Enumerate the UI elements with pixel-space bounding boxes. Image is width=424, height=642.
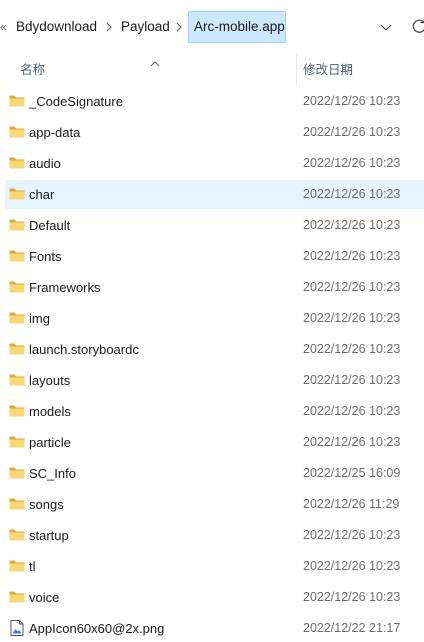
file-name: songs (29, 497, 64, 512)
file-name: particle (29, 435, 71, 450)
file-name: startup (29, 528, 69, 543)
file-row-folder[interactable]: songs 2022/12/26 11:29 (0, 489, 424, 520)
folder-icon (9, 373, 25, 387)
file-date-modified: 2022/12/26 11:29 (303, 497, 400, 511)
file-row-folder[interactable]: img 2022/12/26 10:23 (0, 303, 424, 334)
file-row-folder[interactable]: char 2022/12/26 10:23 (0, 179, 424, 210)
file-row-folder[interactable]: Frameworks 2022/12/26 10:23 (0, 272, 424, 303)
file-date-modified: 2022/12/26 10:23 (303, 528, 401, 542)
file-row-image[interactable]: AppIcon60x60@2x.png 2022/12/22 21:17 (0, 613, 424, 642)
breadcrumb-item-payload[interactable]: Payload (121, 16, 170, 38)
file-row-folder[interactable]: audio 2022/12/26 10:23 (0, 148, 424, 179)
file-row-folder[interactable]: models 2022/12/26 10:23 (0, 396, 424, 427)
file-name: Default (29, 218, 71, 233)
file-name: Frameworks (29, 280, 101, 295)
chevron-right-icon[interactable] (106, 16, 114, 38)
column-divider[interactable] (296, 54, 297, 86)
image-file-icon (10, 620, 26, 636)
file-date-modified: 2022/12/26 10:23 (303, 342, 401, 356)
file-date-modified: 2022/12/26 10:23 (303, 187, 401, 201)
folder-icon (9, 156, 25, 170)
folder-icon (9, 497, 25, 511)
file-row-folder[interactable]: app-data 2022/12/26 10:23 (0, 117, 424, 148)
file-name: layouts (29, 373, 71, 388)
file-row-folder[interactable]: SC_Info 2022/12/25 16:09 (0, 458, 424, 489)
file-name: _CodeSignature (29, 94, 123, 109)
file-row-folder[interactable]: layouts 2022/12/26 10:23 (0, 365, 424, 396)
folder-icon (9, 590, 25, 604)
file-date-modified: 2022/12/26 10:23 (303, 94, 401, 108)
column-header: 名称 修改日期 (0, 54, 424, 86)
file-name: app-data (29, 125, 81, 140)
file-row-folder[interactable]: launch.storyboardc 2022/12/26 10:23 (0, 334, 424, 365)
file-date-modified: 2022/12/26 10:23 (303, 373, 401, 387)
file-date-modified: 2022/12/26 10:23 (303, 218, 401, 232)
folder-icon (9, 466, 25, 480)
folder-icon (9, 218, 25, 232)
file-name: Fonts (29, 249, 62, 264)
refresh-icon[interactable] (410, 18, 424, 36)
folder-icon (9, 94, 25, 108)
file-date-modified: 2022/12/26 10:23 (303, 249, 401, 263)
file-name: char (29, 187, 55, 202)
file-date-modified: 2022/12/26 10:23 (303, 125, 401, 139)
file-name: AppIcon60x60@2x.png (29, 621, 165, 636)
folder-icon (9, 435, 25, 449)
folder-icon (9, 311, 25, 325)
file-name: tl (29, 559, 36, 574)
breadcrumb-current-label: Arc-mobile.app (194, 19, 285, 34)
file-date-modified: 2022/12/26 10:23 (303, 435, 401, 449)
folder-icon (9, 125, 25, 139)
file-name: launch.storyboardc (29, 342, 139, 357)
sort-up-icon (150, 55, 160, 67)
folder-icon (9, 187, 25, 201)
file-row-folder[interactable]: tl 2022/12/26 10:23 (0, 551, 424, 582)
address-bar[interactable]: « Bdydownload Payload Arc-mobile.app (0, 0, 424, 54)
file-explorer-window: « Bdydownload Payload Arc-mobile.app 名称 (0, 0, 424, 642)
file-row-folder[interactable]: Default 2022/12/26 10:23 (0, 210, 424, 241)
folder-icon (9, 404, 25, 418)
file-name: voice (29, 590, 60, 605)
file-date-modified: 2022/12/26 10:23 (303, 590, 401, 604)
file-row-folder[interactable]: _CodeSignature 2022/12/26 10:23 (0, 86, 424, 117)
folder-icon (9, 280, 25, 294)
file-date-modified: 2022/12/25 16:09 (303, 466, 401, 480)
file-date-modified: 2022/12/26 10:23 (303, 156, 401, 170)
file-name: audio (29, 156, 61, 171)
file-date-modified: 2022/12/26 10:23 (303, 311, 401, 325)
file-row-folder[interactable]: particle 2022/12/26 10:23 (0, 427, 424, 458)
file-name: SC_Info (29, 466, 76, 481)
column-name-header[interactable]: 名称 (20, 62, 45, 78)
file-date-modified: 2022/12/26 10:23 (303, 280, 401, 294)
file-list: _CodeSignature 2022/12/26 10:23 app-data 20… (0, 86, 424, 642)
file-name: img (29, 311, 50, 326)
file-date-modified: 2022/12/22 21:17 (303, 621, 401, 635)
file-row-folder[interactable]: startup 2022/12/26 10:23 (0, 520, 424, 551)
folder-icon (9, 559, 25, 573)
file-row-folder[interactable]: voice 2022/12/26 10:23 (0, 582, 424, 613)
folder-icon (9, 528, 25, 542)
file-row-folder[interactable]: Fonts 2022/12/26 10:23 (0, 241, 424, 272)
breadcrumb-current[interactable]: Arc-mobile.app (188, 11, 286, 43)
folder-icon (9, 342, 25, 356)
folder-icon (9, 249, 25, 263)
breadcrumb-item-bdydownload[interactable]: Bdydownload (16, 16, 97, 38)
file-date-modified: 2022/12/26 10:23 (303, 404, 401, 418)
chevron-down-icon[interactable] (378, 19, 394, 35)
chevron-right-icon[interactable] (176, 16, 184, 38)
column-date-header[interactable]: 修改日期 (303, 62, 353, 78)
chevron-double-left-icon[interactable]: « (0, 19, 10, 35)
file-date-modified: 2022/12/26 10:23 (303, 559, 401, 573)
file-name: models (29, 404, 71, 419)
